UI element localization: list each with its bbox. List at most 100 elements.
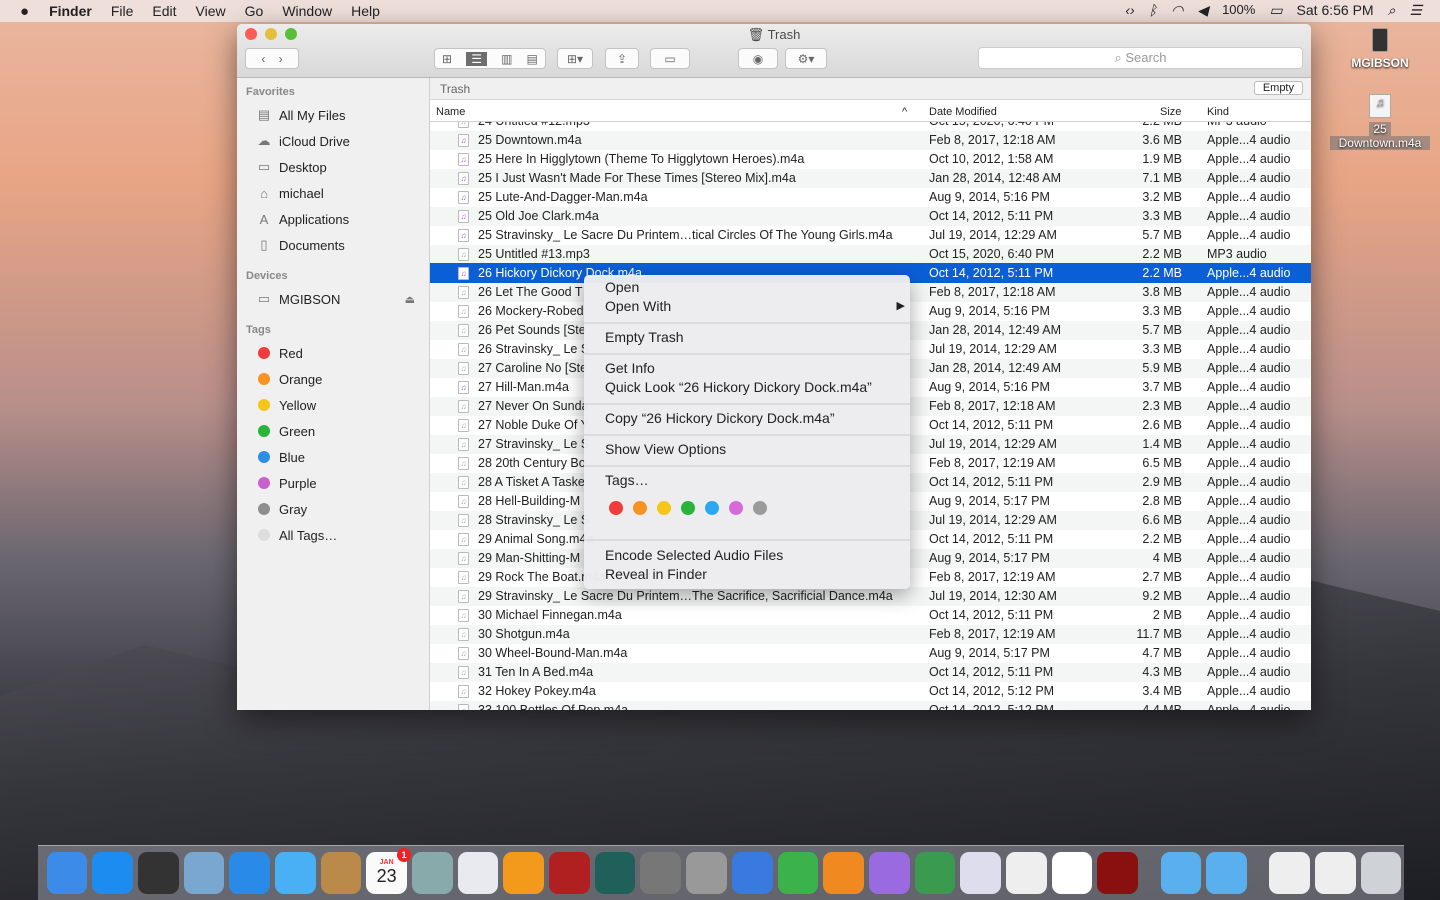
tag-icon[interactable]: ▭ [650, 48, 690, 69]
sidebar-tag-purple[interactable]: Purple [255, 473, 317, 493]
menu-item-get-info[interactable]: Get Info [605, 359, 655, 378]
menu-item-quick-look[interactable]: Quick Look “26 Hickory Dickory Dock.m4a” [605, 378, 872, 397]
menu-edit[interactable]: Edit [152, 3, 176, 19]
system-preferences-icon[interactable] [640, 852, 682, 894]
network-app-icon[interactable] [777, 852, 819, 894]
battery-percent[interactable]: 100% [1222, 2, 1255, 19]
time-machine-icon[interactable] [594, 852, 636, 894]
forward-icon[interactable]: › [279, 52, 283, 66]
launchpad-icon[interactable] [137, 852, 179, 894]
volume-icon[interactable]: ◀ [1197, 2, 1208, 19]
view-mode-buttons[interactable]: ⊞ ☰ ▥ ▤ [434, 48, 546, 69]
photo-browser-icon[interactable] [412, 852, 453, 894]
menu-tag-dot[interactable] [753, 501, 767, 515]
menu-tag-dot[interactable] [609, 501, 623, 515]
documents-folder-icon[interactable] [1206, 852, 1247, 894]
file-row[interactable]: ♫ 25 Here In Higglytown (Theme To Higglyt… [430, 150, 1311, 169]
edge-app-icon[interactable] [868, 852, 910, 894]
sidebar-tag-gray[interactable]: Gray [255, 499, 307, 519]
ibooks-icon[interactable] [503, 852, 545, 894]
menu-tag-dot[interactable] [633, 501, 647, 515]
share-icon[interactable]: ⇪ [605, 48, 639, 69]
grapher-icon[interactable] [960, 852, 1001, 894]
file-row[interactable]: ♫ 30 Michael Finnegan.m4a Oct 14, 2012, 5:… [430, 606, 1311, 625]
sidebar-item-documents[interactable]: ▯ Documents [255, 235, 344, 255]
sidebar-tag-yellow[interactable]: Yellow [255, 395, 316, 415]
menu-tag-dot[interactable] [705, 501, 719, 515]
trash-icon[interactable] [1360, 852, 1402, 894]
app-store-icon[interactable] [92, 852, 133, 894]
mail-stack-icon[interactable] [1269, 852, 1311, 894]
sort-ascending-icon[interactable]: ^ [902, 106, 907, 118]
menu-item-open-with[interactable]: Open With ▶ [605, 297, 905, 316]
icon-view-icon[interactable]: ⊞ [442, 52, 452, 66]
desktop-file[interactable]: ♫ 25 Downtown.m4a [1330, 94, 1430, 150]
file-row[interactable]: ♫ 31 Ten In A Bed.m4a Oct 14, 2012, 5:11 P… [430, 663, 1311, 682]
notification-center-icon[interactable]: ☰ [1409, 2, 1422, 19]
itunes-icon[interactable] [457, 852, 499, 894]
file-row[interactable]: ♫ 33 100 Bottles Of Pop.m4a Oct 14, 2012, … [430, 701, 1311, 710]
sidebar-item-icloud-drive[interactable]: ☁ iCloud Drive [255, 131, 350, 151]
battery-icon[interactable]: ▭ [1269, 2, 1282, 19]
empty-trash-button[interactable]: Empty [1253, 81, 1303, 95]
menu-item-show-view-options[interactable]: Show View Options [605, 440, 726, 459]
search-input[interactable]: ⌕ Search [978, 47, 1303, 69]
sidebar-tag-red[interactable]: Red [255, 343, 303, 363]
menu-tag-dot[interactable] [657, 501, 671, 515]
menu-go[interactable]: Go [245, 3, 264, 19]
presentation-app-icon[interactable] [823, 852, 864, 894]
bluetooth-icon[interactable]: ᛒ [1149, 2, 1157, 19]
arrange-button[interactable]: ⊞▾ [557, 48, 593, 69]
contacts-icon[interactable] [320, 852, 362, 894]
file-row[interactable]: ♫ 30 Shotgun.m4a Feb 8, 2017, 12:19 AM 11.7… [430, 625, 1311, 644]
spotlight-icon[interactable]: ⌕ [1388, 2, 1396, 19]
menu-item-open[interactable]: Open [605, 278, 639, 297]
screenshot-icon[interactable] [686, 852, 727, 894]
list-view-icon[interactable]: ☰ [466, 51, 487, 66]
sidebar-tag-green[interactable]: Green [255, 421, 315, 441]
menu-file[interactable]: File [111, 3, 134, 19]
file-row[interactable]: ♫ 25 Old Joe Clark.m4a Oct 14, 2012, 5:11 … [430, 207, 1311, 226]
eject-icon[interactable]: ⏏ [405, 293, 415, 306]
sidebar-item-applications[interactable]: A Applications [255, 209, 349, 229]
menu-item-reveal-in-finder[interactable]: Reveal in Finder [605, 565, 707, 584]
menu-finder[interactable]: Finder [49, 3, 92, 19]
file-row[interactable]: ♫ 24 Untitled #12.mp3 Oct 15, 2020, 6:40 P… [430, 122, 1311, 131]
apple-menu-icon[interactable]: ● [20, 3, 29, 20]
downloads-stack-icon[interactable] [1315, 852, 1356, 894]
file-row[interactable]: ♫ 25 I Just Wasn't Made For These Times [… [430, 169, 1311, 188]
download-app-icon[interactable] [914, 852, 956, 894]
sidebar-tag-alltags[interactable]: All Tags… [255, 525, 337, 545]
menu-item-empty-trash[interactable]: Empty Trash [605, 328, 684, 347]
applications-folder-icon[interactable] [1160, 852, 1202, 894]
menu-view[interactable]: View [196, 3, 226, 19]
photo-booth-icon[interactable] [549, 852, 590, 894]
finder-icon[interactable] [46, 852, 88, 894]
file-row[interactable]: ♫ 25 Untitled #13.mp3 Oct 15, 2020, 6:40 P… [430, 245, 1311, 264]
sidebar-item-mgibson[interactable]: ▭ MGIBSON ⏏ [255, 289, 415, 309]
sidebar-item-desktop[interactable]: ▭ Desktop [255, 157, 327, 177]
kind-column-header[interactable]: Kind [1207, 106, 1229, 118]
desktop-drive[interactable]: MGIBSON [1345, 28, 1415, 70]
menu-item-copy[interactable]: Copy “26 Hickory Dickory Dock.m4a” [605, 409, 835, 428]
preview-icon[interactable] [183, 852, 225, 894]
word-app-icon[interactable] [731, 852, 773, 894]
sidebar-item-all-my-files[interactable]: ▤ All My Files [255, 105, 346, 125]
file-row[interactable]: ♫ 30 Wheel-Bound-Man.m4a Aug 9, 2014, 5:17… [430, 644, 1311, 663]
sidebar-item-michael[interactable]: ⌂ michael [255, 183, 324, 203]
file-row[interactable]: ♫ 29 Stravinsky_ Le Sacre Du Printem…The … [430, 587, 1311, 606]
file-row[interactable]: ♫ 25 Lute-And-Dagger-Man.m4a Aug 9, 2014, … [430, 188, 1311, 207]
file-row[interactable]: ♫ 32 Hokey Pokey.m4a Oct 14, 2012, 5:12 PM… [430, 682, 1311, 701]
flash-icon[interactable] [1097, 852, 1138, 894]
name-column-header[interactable]: Name [436, 106, 465, 118]
sidebar-tag-orange[interactable]: Orange [255, 369, 322, 389]
file-row[interactable]: ♫ 25 Downtown.m4a Feb 8, 2017, 12:18 AM 3.6… [430, 131, 1311, 150]
menu-window[interactable]: Window [282, 3, 332, 19]
code-icon[interactable]: ‹› [1125, 2, 1134, 19]
menu-item-encode-audio[interactable]: Encode Selected Audio Files [605, 546, 783, 565]
back-icon[interactable]: ‹ [261, 52, 265, 66]
menu-item-tags[interactable]: Tags… [605, 471, 649, 490]
action-gear-icon[interactable]: ⚙▾ [785, 48, 827, 69]
photos-icon[interactable] [1051, 852, 1093, 894]
back-forward-buttons[interactable]: ‹ › [245, 48, 299, 69]
